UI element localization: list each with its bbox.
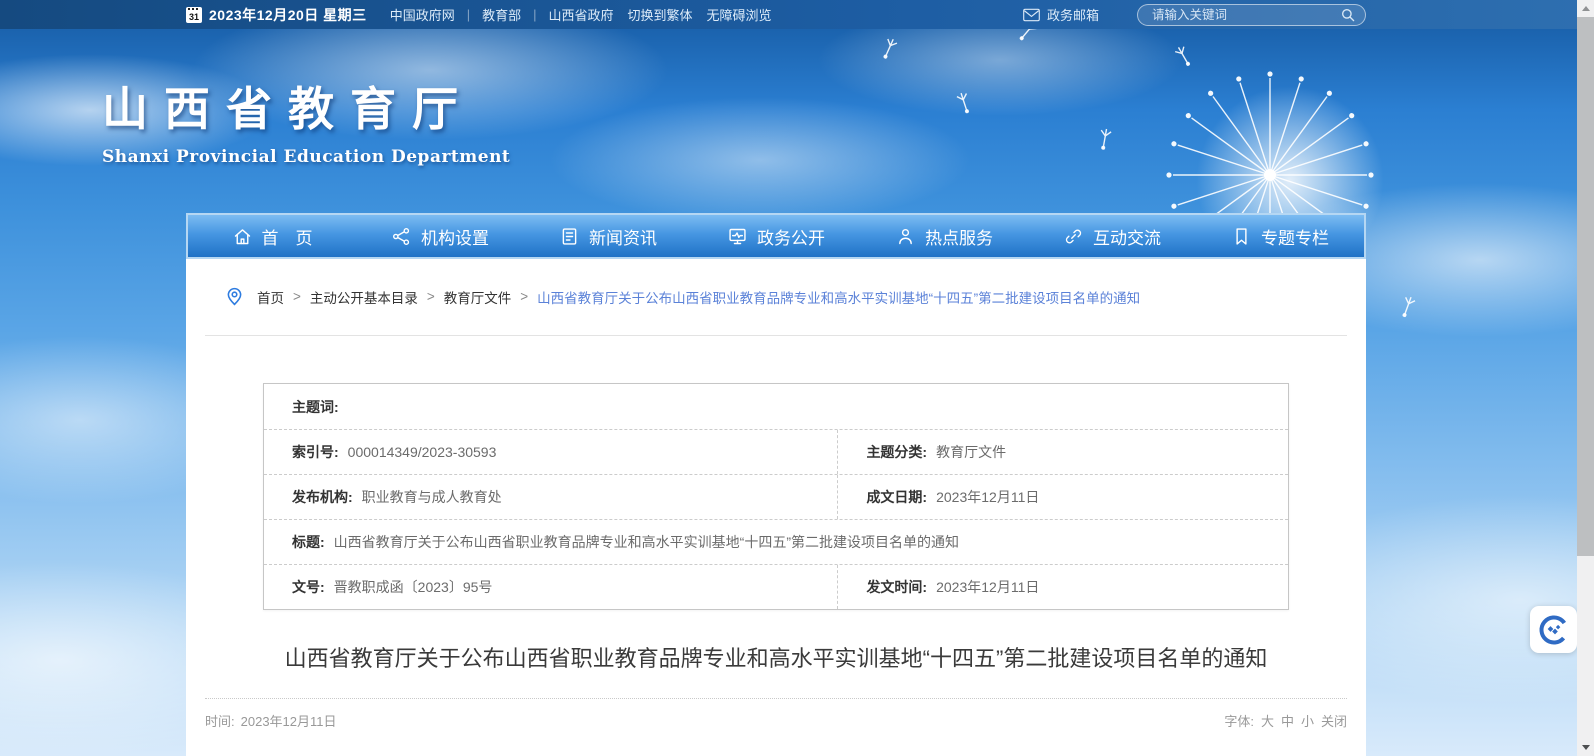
site-title: 山西省教育厅 — [102, 73, 510, 139]
breadcrumb-current[interactable]: 山西省教育厅关于公布山西省职业教育品牌专业和高水平实训基地“十四五”第二批建设项… — [537, 287, 1140, 307]
divider: | — [533, 7, 536, 22]
breadcrumb-separator: > — [520, 289, 528, 304]
link-traditional-chinese[interactable]: 切换到繁体 — [628, 5, 693, 24]
interact-icon — [1063, 226, 1084, 247]
date-issued-value: 2023年12月11日 — [936, 577, 1039, 597]
nav-item-news[interactable]: 新闻资讯 — [524, 215, 692, 257]
publisher-label: 发布机构: — [292, 487, 353, 507]
article-title: 山西省教育厅关于公布山西省职业教育品牌专业和高水平实训基地“十四五”第二批建设项… — [226, 641, 1326, 673]
content-panel: 首页 > 主动公开基本目录 > 教育厅文件 > 山西省教育厅关于公布山西省职业教… — [186, 259, 1366, 756]
table-row-subject-words: 主题词: — [264, 384, 1288, 429]
nav-label: 机构设置 — [421, 224, 489, 249]
site-banner: 山西省教育厅 Shanxi Provincial Education Depar… — [0, 29, 1594, 213]
scrollbar-up-button[interactable] — [1577, 0, 1594, 17]
category-value: 教育厅文件 — [936, 442, 1006, 462]
gov-open-icon — [727, 226, 748, 247]
nav-item-gov-open[interactable]: 政务公开 — [692, 215, 860, 257]
calendar-icon: 31 — [186, 7, 202, 23]
document-info-table: 主题词: 索引号: 000014349/2023-30593 主题分类: 教育厅… — [263, 383, 1289, 610]
scrollbar-down-button[interactable] — [1577, 739, 1594, 756]
nav-label: 热点服务 — [925, 224, 993, 249]
font-size-large-button[interactable]: 大 — [1261, 711, 1274, 730]
site-logo[interactable]: 山西省教育厅 Shanxi Provincial Education Depar… — [102, 73, 510, 167]
index-value: 000014349/2023-30593 — [348, 444, 497, 460]
arrow-up-icon — [1582, 6, 1590, 11]
font-size-small-button[interactable]: 小 — [1301, 711, 1314, 730]
nav-item-interaction[interactable]: 互动交流 — [1028, 215, 1196, 257]
date-written-value: 2023年12月11日 — [936, 487, 1039, 507]
doc-number-value: 晋教职成函〔2023〕95号 — [334, 577, 493, 597]
calendar-day: 31 — [189, 12, 199, 23]
main-navigation: 首 页 机构设置 新闻资讯 政务公开 — [186, 213, 1366, 259]
doc-title-label: 标题: — [292, 532, 325, 552]
index-label: 索引号: — [292, 442, 339, 462]
gov-links: 中国政府网 | 教育部 | 山西省政府 切换到繁体 无障碍浏览 — [390, 5, 772, 24]
top-utility-bar: 31 2023年12月20日 星期三 中国政府网 | 教育部 | 山西省政府 切… — [0, 0, 1594, 29]
table-row-doc-number: 文号: 晋教职成函〔2023〕95号 发文时间: 2023年12月11日 — [264, 564, 1288, 609]
font-size-medium-button[interactable]: 中 — [1281, 711, 1294, 730]
arrow-down-icon — [1582, 745, 1590, 750]
vertical-scrollbar[interactable] — [1577, 0, 1594, 756]
doc-number-label: 文号: — [292, 577, 325, 597]
search-button[interactable] — [1339, 6, 1357, 24]
category-label: 主题分类: — [866, 442, 927, 462]
breadcrumb: 首页 > 主动公开基本目录 > 教育厅文件 > 山西省教育厅关于公布山西省职业教… — [186, 259, 1366, 307]
mailbox-label: 政务邮箱 — [1047, 5, 1099, 24]
date-written-label: 成文日期: — [866, 487, 927, 507]
nav-item-home[interactable]: 首 页 — [188, 215, 356, 257]
breadcrumb-separator: > — [293, 289, 301, 304]
nav-item-organization[interactable]: 机构设置 — [356, 215, 524, 257]
location-pin-icon — [224, 286, 245, 307]
close-button[interactable]: 关闭 — [1321, 711, 1347, 730]
current-date: 2023年12月20日 星期三 — [209, 5, 367, 25]
nav-label: 首 页 — [262, 224, 313, 249]
magnifier-icon — [1339, 6, 1357, 24]
breadcrumb-separator: > — [427, 289, 435, 304]
horizontal-divider — [205, 335, 1347, 336]
site-subtitle: Shanxi Provincial Education Department — [102, 147, 510, 167]
search-box — [1137, 4, 1366, 26]
font-size-label: 字体: — [1224, 711, 1254, 730]
home-icon — [232, 226, 253, 247]
hot-service-icon — [895, 226, 916, 247]
link-china-gov[interactable]: 中国政府网 — [390, 5, 455, 24]
table-row-index: 索引号: 000014349/2023-30593 主题分类: 教育厅文件 — [264, 429, 1288, 474]
nav-label: 新闻资讯 — [589, 224, 657, 249]
publisher-value: 职业教育与成人教育处 — [362, 487, 502, 507]
article-meta-bar: 时间: 2023年12月11日 字体: 大 中 小 关闭 — [205, 698, 1347, 730]
table-row-publisher: 发布机构: 职业教育与成人教育处 成文日期: 2023年12月11日 — [264, 474, 1288, 519]
gov-service-logo-icon — [1538, 614, 1570, 646]
link-ministry-of-education[interactable]: 教育部 — [482, 5, 521, 24]
org-icon — [391, 226, 412, 247]
special-column-icon — [1231, 226, 1252, 247]
envelope-icon — [1023, 8, 1040, 22]
publish-time-value: 2023年12月11日 — [241, 711, 337, 730]
breadcrumb-home[interactable]: 首页 — [257, 287, 284, 307]
nav-label: 互动交流 — [1093, 224, 1161, 249]
publish-time-label: 时间: — [205, 711, 235, 730]
news-icon — [559, 226, 580, 247]
search-input[interactable] — [1152, 8, 1339, 22]
link-shanxi-gov[interactable]: 山西省政府 — [549, 5, 614, 24]
breadcrumb-catalog[interactable]: 主动公开基本目录 — [310, 287, 418, 307]
scrollbar-thumb[interactable] — [1577, 17, 1594, 556]
nav-item-hot-services[interactable]: 热点服务 — [860, 215, 1028, 257]
table-row-title: 标题: 山西省教育厅关于公布山西省职业教育品牌专业和高水平实训基地“十四五”第二… — [264, 519, 1288, 564]
nav-label: 政务公开 — [757, 224, 825, 249]
nav-label: 专题专栏 — [1261, 224, 1329, 249]
date-issued-label: 发文时间: — [866, 577, 927, 597]
breadcrumb-dept-files[interactable]: 教育厅文件 — [444, 287, 512, 307]
link-accessibility[interactable]: 无障碍浏览 — [707, 5, 772, 24]
floating-service-widget[interactable] — [1530, 606, 1577, 653]
subject-words-label: 主题词: — [292, 397, 339, 417]
divider: | — [467, 7, 470, 22]
doc-title-value: 山西省教育厅关于公布山西省职业教育品牌专业和高水平实训基地“十四五”第二批建设项… — [334, 532, 959, 552]
gov-mailbox-link[interactable]: 政务邮箱 — [1023, 5, 1099, 24]
nav-item-special-columns[interactable]: 专题专栏 — [1196, 215, 1364, 257]
